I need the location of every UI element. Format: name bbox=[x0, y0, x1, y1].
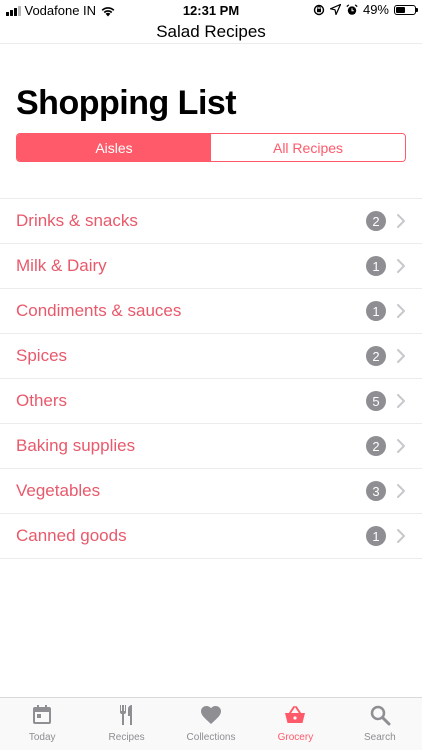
count-badge: 2 bbox=[366, 346, 386, 366]
segment-all-recipes[interactable]: All Recipes bbox=[211, 134, 405, 161]
list-item-label: Condiments & sauces bbox=[16, 301, 182, 320]
list-item-label: Vegetables bbox=[16, 481, 101, 500]
list-item-vegetables[interactable]: Vegetables 3 bbox=[0, 469, 422, 514]
tab-label: Today bbox=[28, 732, 56, 743]
count-badge: 1 bbox=[366, 301, 386, 321]
chevron-right-icon bbox=[397, 214, 405, 228]
tab-search[interactable]: Search bbox=[338, 698, 422, 750]
tab-label: Search bbox=[363, 732, 396, 743]
list-item-spices[interactable]: Spices 2 bbox=[0, 334, 422, 379]
list-item-others[interactable]: Others 5 bbox=[0, 379, 422, 424]
magnifier-icon bbox=[370, 705, 391, 726]
tab-label: Collections bbox=[186, 732, 236, 743]
count-badge: 1 bbox=[366, 526, 386, 546]
list-item-label: Milk & Dairy bbox=[16, 256, 107, 275]
list-item-label: Baking supplies bbox=[16, 436, 136, 455]
battery-icon bbox=[394, 4, 418, 15]
list-item-milk-dairy[interactable]: Milk & Dairy 1 bbox=[0, 244, 422, 289]
count-badge: 2 bbox=[366, 211, 386, 231]
page-title: Shopping List bbox=[16, 84, 237, 122]
list-item-canned-goods[interactable]: Canned goods 1 bbox=[0, 514, 422, 559]
segmented-control: Aisles All Recipes bbox=[16, 133, 406, 162]
list-item-label: Canned goods bbox=[16, 526, 127, 545]
heart-icon bbox=[201, 706, 222, 724]
nav-divider bbox=[0, 43, 422, 44]
chevron-right-icon bbox=[397, 394, 405, 408]
count-badge: 1 bbox=[366, 256, 386, 276]
tab-collections[interactable]: Collections bbox=[169, 698, 253, 750]
alarm-icon bbox=[346, 3, 358, 15]
count-badge: 5 bbox=[366, 391, 386, 411]
status-right: 49% bbox=[313, 2, 418, 17]
fork-knife-icon bbox=[119, 705, 132, 725]
chevron-right-icon bbox=[397, 349, 405, 363]
chevron-right-icon bbox=[397, 529, 405, 543]
calendar-icon bbox=[33, 705, 52, 724]
list-item-condiments-sauces[interactable]: Condiments & sauces 1 bbox=[0, 289, 422, 334]
location-icon bbox=[329, 4, 341, 15]
tab-bar: Today Recipes Collections Grocery Search bbox=[0, 697, 422, 750]
list-item-label: Spices bbox=[16, 346, 68, 365]
tab-recipes[interactable]: Recipes bbox=[84, 698, 168, 750]
chevron-right-icon bbox=[397, 484, 405, 498]
count-badge: 2 bbox=[366, 436, 386, 456]
list-item-drinks-snacks[interactable]: Drinks & snacks 2 bbox=[0, 199, 422, 244]
aisle-list: Drinks & snacks 2 Milk & Dairy 1 Condime… bbox=[0, 198, 422, 559]
tab-label: Grocery bbox=[277, 732, 314, 743]
screen-rotation-lock-icon bbox=[313, 4, 325, 15]
chevron-right-icon bbox=[397, 304, 405, 318]
chevron-right-icon bbox=[397, 439, 405, 453]
nav-title: Salad Recipes bbox=[156, 22, 266, 41]
list-item-label: Drinks & snacks bbox=[16, 211, 138, 230]
status-bar: Vodafone IN 12:31 PM 49% bbox=[0, 0, 422, 22]
tab-label: Recipes bbox=[108, 732, 145, 743]
chevron-right-icon bbox=[397, 259, 405, 273]
tab-today[interactable]: Today bbox=[0, 698, 84, 750]
basket-icon bbox=[285, 706, 306, 723]
segment-aisles[interactable]: Aisles bbox=[17, 134, 211, 161]
list-item-label: Others bbox=[16, 391, 68, 410]
list-item-baking-supplies[interactable]: Baking supplies 2 bbox=[0, 424, 422, 469]
count-badge: 3 bbox=[366, 481, 386, 501]
battery-percent: 49% bbox=[362, 2, 389, 17]
tab-grocery[interactable]: Grocery bbox=[253, 698, 337, 750]
battery-fill bbox=[396, 6, 405, 13]
